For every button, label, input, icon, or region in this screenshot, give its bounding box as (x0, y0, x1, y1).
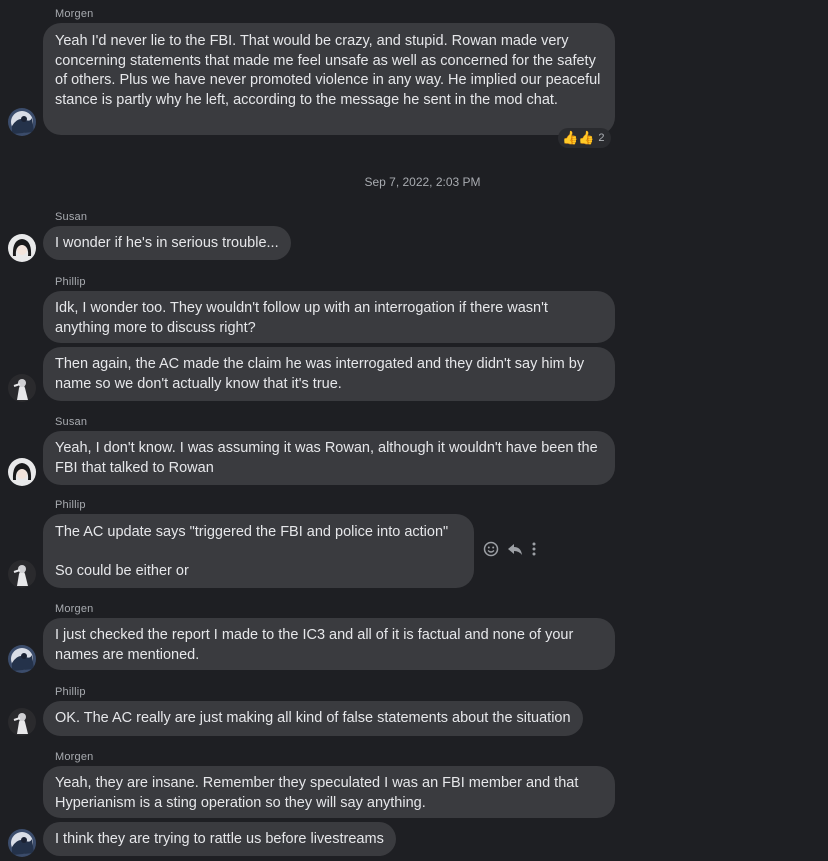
message-bubble[interactable]: I think they are trying to rattle us bef… (43, 822, 396, 856)
sender-name: Morgen (55, 8, 94, 20)
susan-avatar[interactable] (8, 458, 36, 486)
morgen-avatar[interactable] (8, 829, 36, 857)
reaction-badge[interactable]: 👍👍 2 (558, 128, 611, 148)
sender-name: Morgen (55, 603, 94, 615)
message-hover-actions (483, 541, 537, 557)
message-line: So could be either or (55, 562, 189, 579)
message-bubble[interactable]: Idk, I wonder too. They wouldn't follow … (43, 291, 615, 343)
sender-name: Phillip (55, 499, 86, 511)
message-bubble[interactable]: Yeah I'd never lie to the FBI. That woul… (43, 23, 615, 135)
timestamp-divider: Sep 7, 2022, 2:03 PM (364, 175, 481, 189)
reply-icon[interactable] (507, 541, 523, 557)
emoji-react-icon[interactable] (483, 541, 499, 557)
message-line: The AC update says "triggered the FBI an… (55, 524, 449, 540)
sender-name: Phillip (55, 686, 86, 698)
morgen-avatar[interactable] (8, 108, 36, 136)
message-bubble[interactable]: OK. The AC really are just making all ki… (43, 701, 583, 736)
phillip-avatar[interactable] (8, 708, 36, 736)
thumbs-up-icon: 👍👍 (562, 130, 595, 145)
message-bubble[interactable]: The AC update says "triggered the FBI an… (43, 514, 474, 588)
message-bubble[interactable]: I just checked the report I made to the … (43, 618, 615, 670)
phillip-avatar[interactable] (8, 374, 36, 402)
sender-name: Morgen (55, 751, 94, 763)
message-bubble[interactable]: Yeah, I don't know. I was assuming it wa… (43, 431, 615, 485)
sender-name: Phillip (55, 276, 86, 288)
message-bubble[interactable]: I wonder if he's in serious trouble... (43, 226, 291, 260)
sender-name: Susan (55, 211, 88, 223)
message-bubble[interactable]: Then again, the AC made the claim he was… (43, 347, 615, 401)
phillip-avatar[interactable] (8, 560, 36, 588)
message-bubble[interactable]: Yeah, they are insane. Remember they spe… (43, 766, 615, 818)
morgen-avatar[interactable] (8, 645, 36, 673)
reaction-count: 2 (598, 132, 605, 144)
more-options-icon[interactable] (531, 541, 537, 557)
sender-name: Susan (55, 416, 88, 428)
susan-avatar[interactable] (8, 234, 36, 262)
